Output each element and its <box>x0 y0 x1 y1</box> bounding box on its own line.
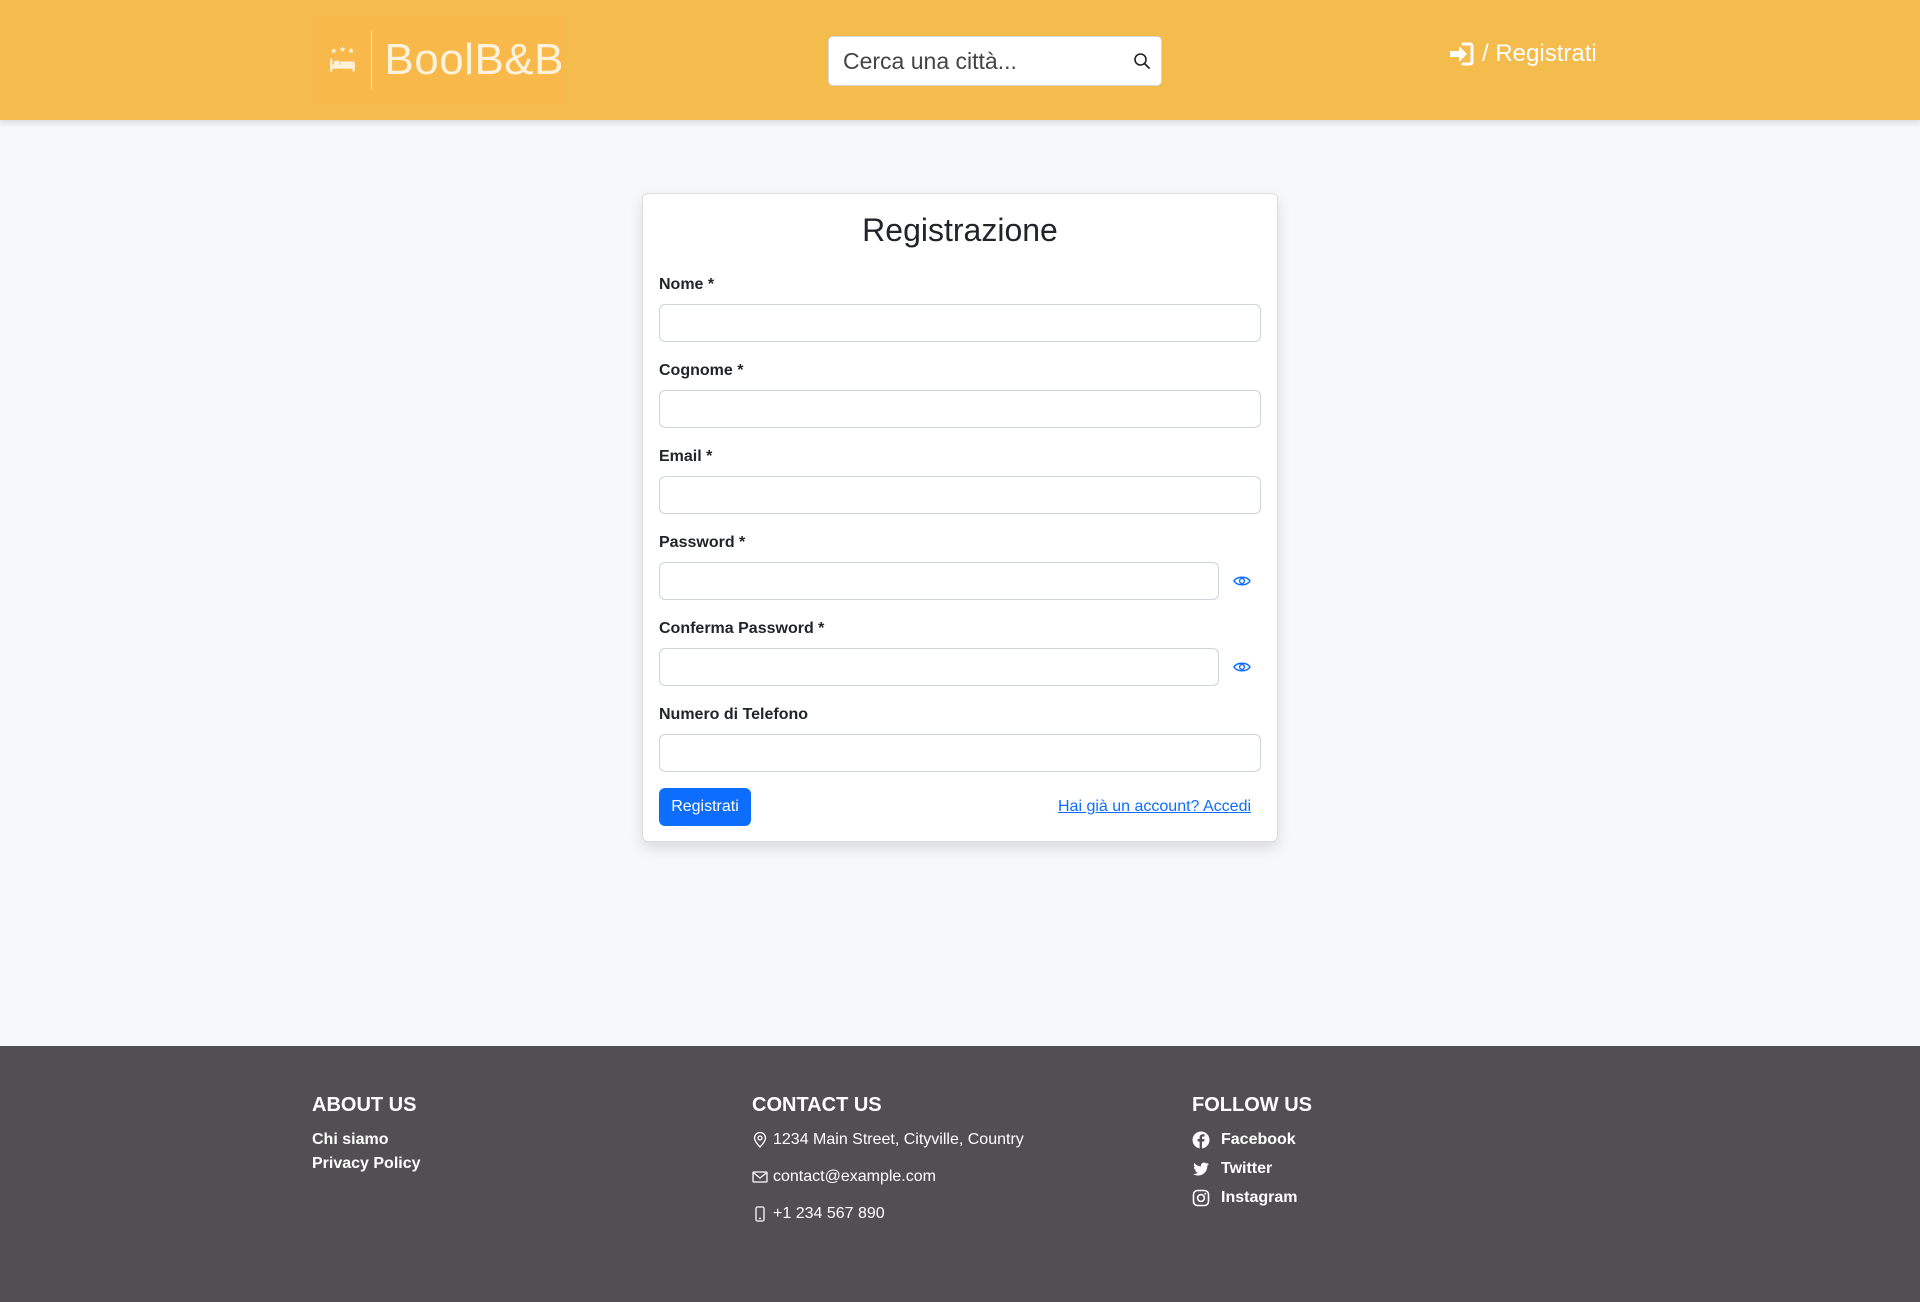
instagram-link[interactable]: Instagram <box>1192 1189 1312 1207</box>
email-label: Email * <box>659 448 713 465</box>
facebook-label: Facebook <box>1221 1131 1296 1148</box>
twitter-link[interactable]: Twitter <box>1192 1160 1312 1178</box>
contact-email: contact@example.com <box>752 1168 1024 1186</box>
phone-text: +1 234 567 890 <box>773 1205 885 1222</box>
chi-siamo-link[interactable]: Chi siamo <box>312 1131 421 1149</box>
footer-follow: FOLLOW US Facebook Twitter Instagram <box>1192 1094 1312 1218</box>
email-input[interactable] <box>659 476 1261 514</box>
follow-heading: FOLLOW US <box>1192 1094 1312 1116</box>
page-title: Registrazione <box>862 212 1058 248</box>
brand-name: BoolB&B <box>384 35 564 84</box>
facebook-link[interactable]: Facebook <box>1192 1131 1312 1149</box>
hotel-bed-icon <box>330 46 355 72</box>
envelope-icon <box>752 1171 768 1183</box>
auth-link-label: / Registrati <box>1482 40 1597 67</box>
about-heading: ABOUT US <box>312 1094 417 1116</box>
twitter-icon <box>1193 1162 1209 1176</box>
login-register-link[interactable]: / Registrati <box>1448 40 1597 68</box>
cognome-label: Cognome * <box>659 362 744 379</box>
register-button[interactable]: Registrati <box>659 788 751 826</box>
nome-input[interactable] <box>659 304 1261 342</box>
search-icon[interactable] <box>1133 52 1151 70</box>
brand-logo[interactable]: BoolB&B <box>312 16 564 104</box>
city-search-input[interactable] <box>841 46 1125 76</box>
logo-divider <box>370 30 373 90</box>
phone-input[interactable] <box>659 734 1261 772</box>
phone-icon <box>755 1206 765 1222</box>
password-label: Password * <box>659 534 746 551</box>
confirm-password-label: Conferma Password * <box>659 620 825 637</box>
registration-card: Registrazione Nome * Cognome * Email * P… <box>642 193 1278 842</box>
email-text: contact@example.com <box>773 1168 936 1185</box>
password-input[interactable] <box>659 562 1219 600</box>
top-navbar: BoolB&B / Registrati <box>0 0 1920 120</box>
facebook-icon <box>1192 1131 1210 1149</box>
instagram-label: Instagram <box>1221 1189 1298 1206</box>
show-password-eye-icon[interactable] <box>1233 574 1251 588</box>
phone-label: Numero di Telefono <box>659 706 809 723</box>
privacy-policy-link[interactable]: Privacy Policy <box>312 1155 421 1173</box>
footer-about: ABOUT US Chi siamo Privacy Policy <box>312 1094 421 1179</box>
address-text: 1234 Main Street, Cityville, Country <box>773 1131 1024 1148</box>
contact-address: 1234 Main Street, Cityville, Country <box>752 1131 1024 1149</box>
footer-contact: CONTACT US 1234 Main Street, Cityville, … <box>752 1094 1024 1242</box>
show-confirm-password-eye-icon[interactable] <box>1233 660 1251 674</box>
contact-heading: CONTACT US <box>752 1094 882 1116</box>
sign-in-icon <box>1450 42 1474 66</box>
confirm-password-input[interactable] <box>659 648 1219 686</box>
city-search-box <box>828 36 1162 86</box>
footer: ABOUT US Chi siamo Privacy Policy CONTAC… <box>0 1046 1920 1302</box>
twitter-label: Twitter <box>1221 1160 1273 1177</box>
nome-label: Nome * <box>659 276 715 293</box>
login-link[interactable]: Hai già un account? Accedi <box>1058 798 1251 816</box>
map-pin-icon <box>753 1132 767 1148</box>
instagram-icon <box>1192 1189 1210 1207</box>
contact-phone: +1 234 567 890 <box>752 1205 1024 1223</box>
cognome-input[interactable] <box>659 390 1261 428</box>
